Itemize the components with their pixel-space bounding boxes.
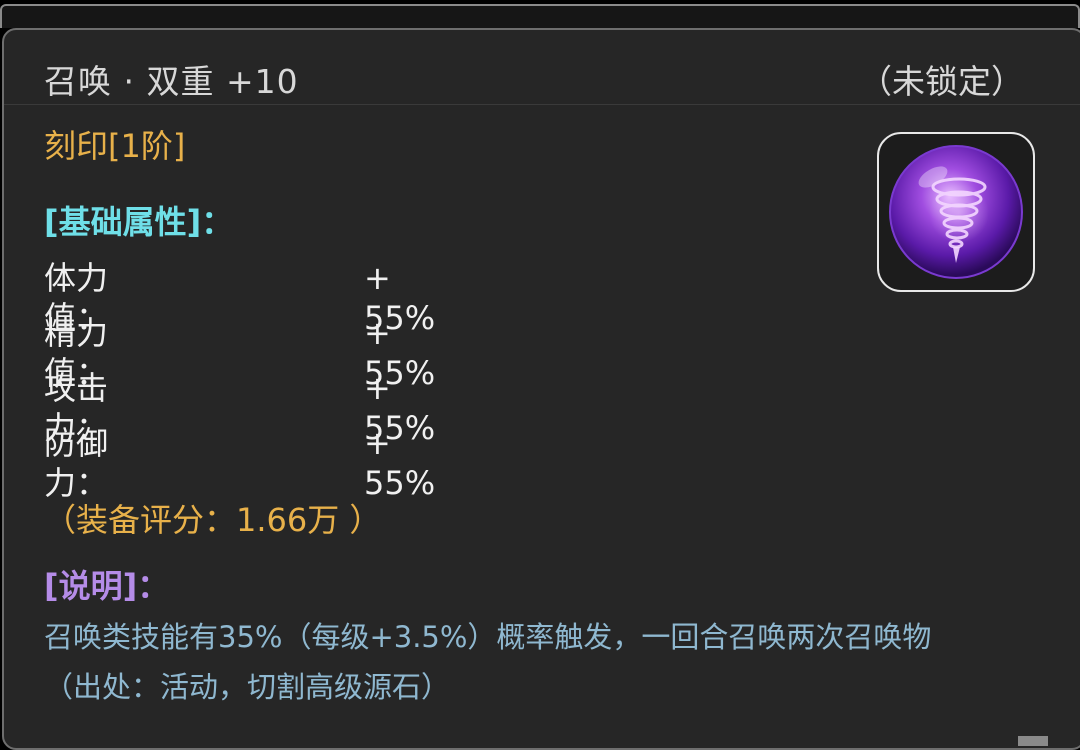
description-source-line: （出处：活动，切割高级源石） xyxy=(44,670,451,704)
title-divider xyxy=(4,104,1080,105)
description-line: 召唤类技能有35%（每级+3.5%）概率触发，一回合召唤两次召唤物 xyxy=(44,620,932,654)
purple-tornado-orb-icon xyxy=(889,145,1023,279)
base-attributes-header: [基础属性]： xyxy=(44,203,234,241)
scroll-edge xyxy=(1018,736,1048,746)
top-bar-frame xyxy=(0,4,1080,28)
top-bar xyxy=(0,0,1080,30)
lock-status[interactable]: （未锁定） xyxy=(859,60,1024,104)
stat-name: 防御力： xyxy=(44,424,109,502)
rune-tier: 刻印[1阶] xyxy=(44,127,186,165)
item-title: 召唤 · 双重 +10 xyxy=(44,62,299,101)
item-icon-frame[interactable] xyxy=(877,132,1035,292)
item-tooltip-panel: 召唤 · 双重 +10 （未锁定） 刻印[1阶] [基础属性]： 体力值： + … xyxy=(2,28,1080,750)
title-row: 召唤 · 双重 +10 （未锁定） xyxy=(44,60,1024,104)
stat-value: + 55% xyxy=(364,424,436,502)
description-header: [说明]： xyxy=(44,567,170,605)
equipment-score: （装备评分：1.66万 ） xyxy=(44,501,382,539)
